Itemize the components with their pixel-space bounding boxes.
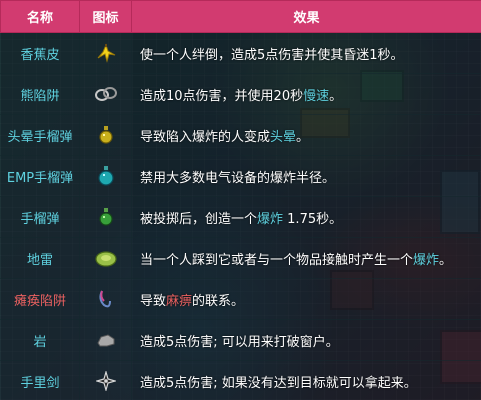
table-row: 瘫痪陷阱 导致麻痹的联系。 (0, 278, 481, 320)
paralyzer-trap-icon (96, 287, 116, 311)
item-icon-cell (79, 114, 132, 156)
effect-link[interactable]: 慢速 (303, 89, 329, 104)
item-effect: 被投掷后，创造一个爆炸 1.75秒。 (131, 196, 481, 238)
grenade-icon (97, 206, 115, 228)
item-effect: 导致陷入爆炸的人变成头晕。 (131, 114, 481, 156)
effect-text: 导致 (140, 293, 167, 309)
item-name-link[interactable]: 手里剑 (0, 360, 80, 400)
item-name-link[interactable]: 岩 (0, 319, 80, 361)
effect-link[interactable]: 爆炸 (257, 212, 283, 227)
item-name-link[interactable]: 瘫痪陷阱 (0, 278, 80, 320)
rock-icon (95, 331, 117, 349)
effect-text: 造成5点伤害; 可以用来打破窗户。 (140, 334, 339, 350)
emp-grenade-icon (96, 164, 116, 188)
item-name-link[interactable]: 手榴弹 (0, 196, 80, 238)
effect-text: 。 (329, 88, 343, 104)
table-row: 手里剑 造成5点伤害; 如果没有达到目标就可以拿起来。 (0, 360, 481, 400)
header-name: 名称 (0, 0, 80, 33)
dizzy-grenade-icon (97, 124, 115, 146)
effect-text: 当一个人踩到它或者与一个物品接触时产生一个 (140, 252, 414, 268)
header-icon: 图标 (79, 0, 132, 33)
item-icon-cell (79, 360, 132, 400)
effect-text: 。 (439, 252, 453, 268)
item-name-link[interactable]: EMP手榴弹 (0, 155, 80, 197)
effect-text: 1.75秒。 (283, 211, 343, 227)
item-effect: 禁用大多数电气设备的爆炸半径。 (131, 155, 481, 197)
item-icon-cell (79, 73, 132, 115)
table-row: 地雷 当一个人踩到它或者与一个物品接触时产生一个爆炸。 (0, 237, 481, 279)
effect-link[interactable]: 爆炸 (413, 253, 439, 268)
item-name-link[interactable]: 熊陷阱 (0, 73, 80, 115)
effect-text: 导致陷入爆炸的人变成 (140, 129, 271, 145)
table-row: 岩 造成5点伤害; 可以用来打破窗户。 (0, 319, 481, 361)
effect-text: 造成5点伤害; 如果没有达到目标就可以拿起来。 (140, 375, 417, 391)
effect-link[interactable]: 麻痹 (166, 294, 192, 309)
landmine-icon (94, 248, 118, 268)
table-header-row: 名称 图标 效果 (0, 0, 481, 33)
item-icon-cell (79, 32, 132, 74)
effect-text: 被投掷后，创造一个 (140, 211, 258, 227)
effect-text: 使一个人绊倒，造成5点伤害并使其昏迷1秒。 (140, 47, 404, 63)
item-icon-cell (79, 319, 132, 361)
shuriken-icon (95, 371, 116, 391)
item-icon-cell (79, 155, 132, 197)
item-effect: 造成10点伤害，并使用20秒慢速。 (131, 73, 481, 115)
bear-trap-icon (94, 83, 118, 105)
banana-peel-icon (95, 42, 117, 64)
items-table: 名称 图标 效果 香蕉皮 使一个人绊倒，造成5点伤害并使其昏迷1秒。熊陷阱 造成10… (0, 0, 481, 400)
table-row: 手榴弹 被投掷后，创造一个爆炸 1.75秒。 (0, 196, 481, 238)
table-row: 头晕手榴弹 导致陷入爆炸的人变成头晕。 (0, 114, 481, 156)
effect-text: 造成10点伤害，并使用20秒 (140, 88, 304, 104)
page-frame: 名称 图标 效果 香蕉皮 使一个人绊倒，造成5点伤害并使其昏迷1秒。熊陷阱 造成10… (0, 0, 481, 400)
item-icon-cell (79, 196, 132, 238)
item-effect: 导致麻痹的联系。 (131, 278, 481, 320)
effect-text: 的联系。 (192, 293, 245, 309)
item-effect: 当一个人踩到它或者与一个物品接触时产生一个爆炸。 (131, 237, 481, 279)
item-effect: 造成5点伤害; 可以用来打破窗户。 (131, 319, 481, 361)
table-row: 香蕉皮 使一个人绊倒，造成5点伤害并使其昏迷1秒。 (0, 32, 481, 74)
item-name-link[interactable]: 头晕手榴弹 (0, 114, 80, 156)
effect-text: 禁用大多数电气设备的爆炸半径。 (140, 170, 336, 186)
header-effect: 效果 (131, 0, 481, 33)
item-icon-cell (79, 278, 132, 320)
item-icon-cell (79, 237, 132, 279)
effect-link[interactable]: 头晕 (270, 130, 296, 145)
effect-text: 。 (296, 129, 310, 145)
table-row: EMP手榴弹 禁用大多数电气设备的爆炸半径。 (0, 155, 481, 197)
item-name-link[interactable]: 香蕉皮 (0, 32, 80, 74)
item-effect: 使一个人绊倒，造成5点伤害并使其昏迷1秒。 (131, 32, 481, 74)
item-effect: 造成5点伤害; 如果没有达到目标就可以拿起来。 (131, 360, 481, 400)
table-row: 熊陷阱 造成10点伤害，并使用20秒慢速。 (0, 73, 481, 115)
item-name-link[interactable]: 地雷 (0, 237, 80, 279)
